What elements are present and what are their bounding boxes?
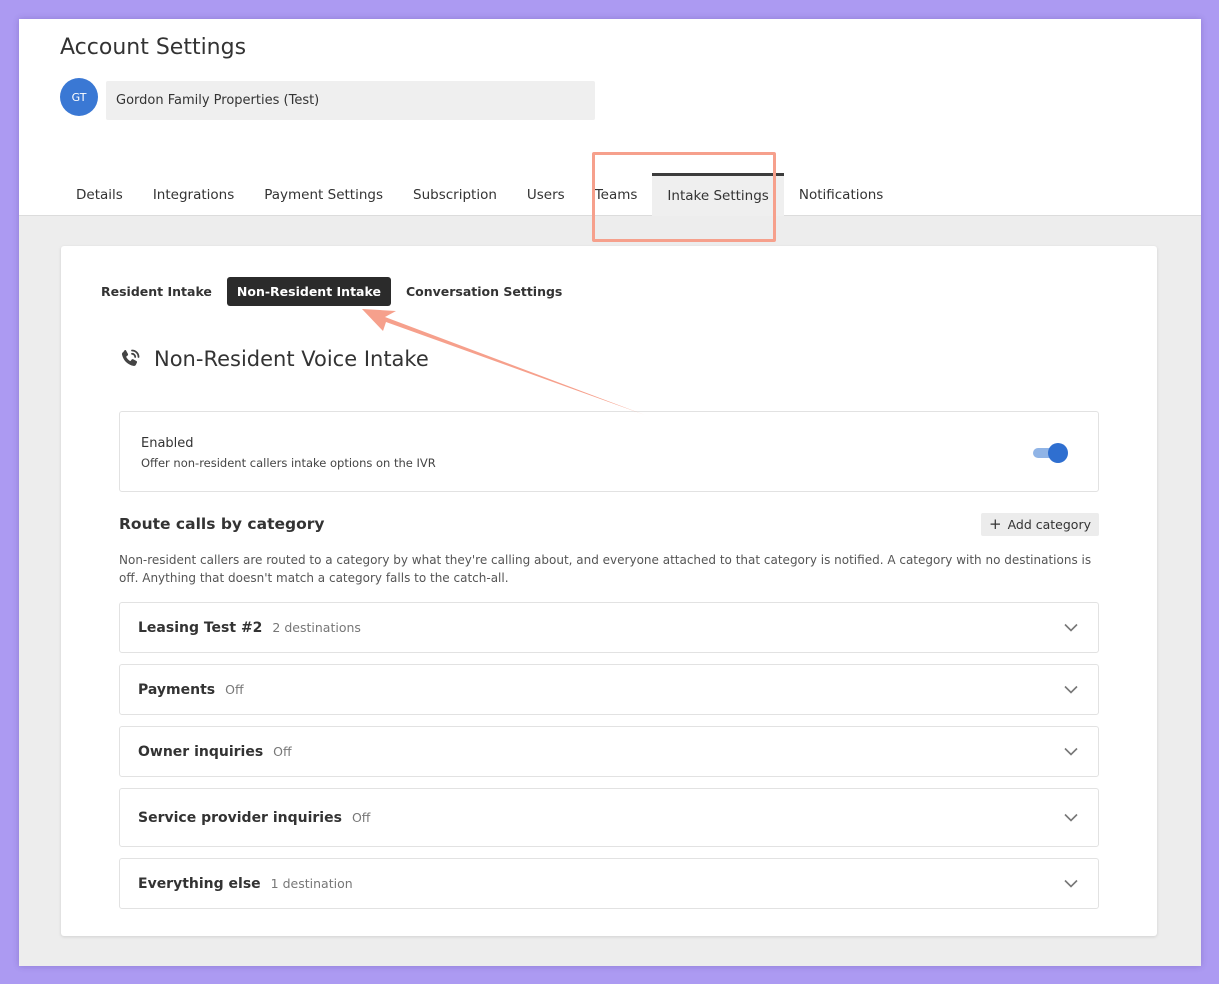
- category-status: Off: [225, 682, 244, 697]
- category-list: Leasing Test #2 2 destinations Payments …: [119, 602, 1099, 920]
- settings-window: Account Settings GT Gordon Family Proper…: [19, 19, 1201, 966]
- chevron-down-icon[interactable]: [1064, 685, 1078, 694]
- category-name: Service provider inquiries: [138, 809, 342, 826]
- category-status: Off: [273, 744, 292, 759]
- category-row[interactable]: Leasing Test #2 2 destinations: [119, 602, 1099, 653]
- account-name: Gordon Family Properties (Test): [116, 93, 320, 108]
- enabled-description: Offer non-resident callers intake option…: [141, 456, 436, 470]
- chevron-down-icon[interactable]: [1064, 623, 1078, 632]
- subtab-non-resident-intake[interactable]: Non-Resident Intake: [226, 277, 391, 306]
- category-status: Off: [351, 810, 371, 825]
- phone-icon: [121, 349, 140, 366]
- tab-intake-settings[interactable]: Intake Settings: [652, 173, 784, 216]
- add-category-button[interactable]: + Add category: [981, 513, 1099, 536]
- add-category-label: Add category: [1007, 517, 1091, 532]
- header: Account Settings GT Gordon Family Proper…: [19, 19, 1201, 216]
- tab-users[interactable]: Users: [512, 173, 580, 216]
- intake-subtabs: Resident Intake Non-Resident Intake Conv…: [91, 277, 577, 306]
- account-selector[interactable]: Gordon Family Properties (Test): [106, 81, 595, 120]
- tab-details[interactable]: Details: [61, 173, 138, 216]
- route-description: Non-resident callers are routed to a cat…: [119, 553, 1092, 585]
- section-title: Non-Resident Voice Intake: [154, 347, 429, 371]
- route-section-title: Route calls by category: [119, 515, 325, 533]
- category-row[interactable]: Owner inquiries Off: [119, 726, 1099, 777]
- settings-tabs: Details Integrations Payment Settings Su…: [61, 173, 898, 216]
- tab-subscription[interactable]: Subscription: [398, 173, 512, 216]
- enabled-toggle[interactable]: [1031, 442, 1069, 464]
- plus-icon: +: [989, 515, 1002, 533]
- category-status: 1 destination: [270, 876, 353, 891]
- category-row[interactable]: Service provider inquiries Off: [119, 788, 1099, 847]
- category-name: Leasing Test #2: [138, 619, 263, 636]
- chevron-down-icon[interactable]: [1064, 879, 1078, 888]
- page-title: Account Settings: [60, 35, 247, 60]
- chevron-down-icon[interactable]: [1064, 747, 1078, 756]
- category-name: Owner inquiries: [138, 743, 264, 760]
- tab-integrations[interactable]: Integrations: [138, 173, 249, 216]
- enabled-panel: Enabled Offer non-resident callers intak…: [119, 411, 1099, 492]
- subtab-resident-intake[interactable]: Resident Intake: [91, 277, 222, 306]
- chevron-down-icon[interactable]: [1064, 813, 1078, 822]
- enabled-label: Enabled: [141, 436, 194, 451]
- category-status: 2 destinations: [272, 620, 361, 635]
- category-name: Everything else: [138, 875, 261, 892]
- tab-payment-settings[interactable]: Payment Settings: [249, 173, 398, 216]
- category-row[interactable]: Everything else 1 destination: [119, 858, 1099, 909]
- intake-settings-card: Resident Intake Non-Resident Intake Conv…: [61, 246, 1157, 936]
- tab-notifications[interactable]: Notifications: [784, 173, 899, 216]
- subtab-conversation-settings[interactable]: Conversation Settings: [396, 277, 572, 306]
- tab-teams[interactable]: Teams: [580, 173, 653, 216]
- toggle-knob: [1048, 443, 1068, 463]
- section-heading: Non-Resident Voice Intake: [118, 347, 429, 371]
- category-row[interactable]: Payments Off: [119, 664, 1099, 715]
- category-name: Payments: [138, 681, 216, 698]
- avatar[interactable]: GT: [60, 78, 98, 116]
